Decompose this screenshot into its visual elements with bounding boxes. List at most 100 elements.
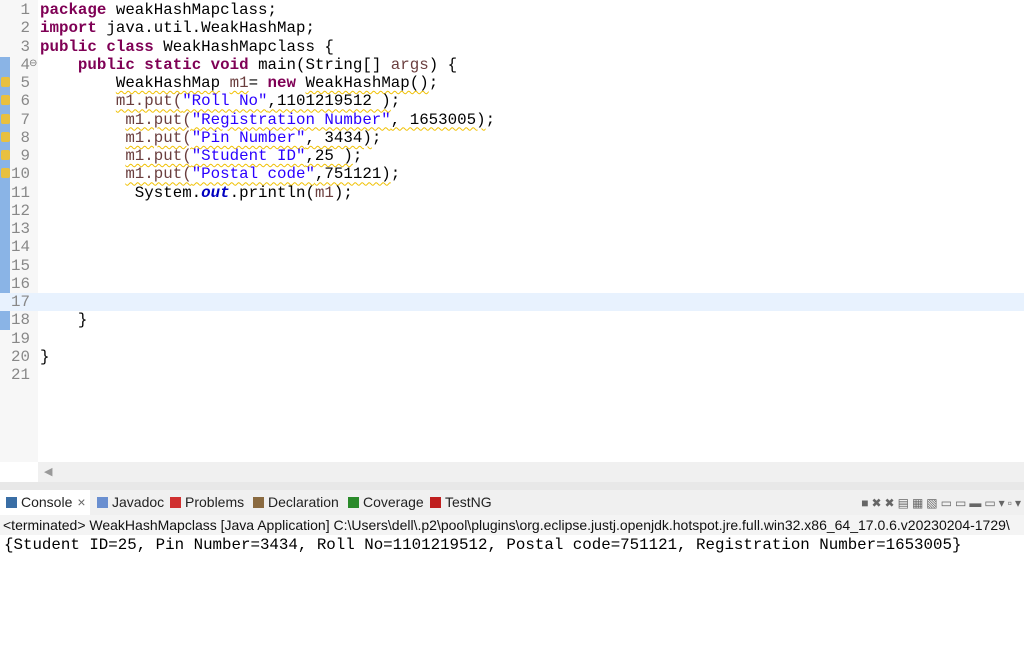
horizontal-scrollbar[interactable]: ◀ [38, 462, 1024, 482]
code-line[interactable]: 6 m1.put("Roll No",1101219512 ); [0, 92, 1024, 110]
code-token: void [210, 55, 249, 74]
tab-problems[interactable]: Problems [168, 490, 246, 515]
tab-testng[interactable]: TestNG [428, 490, 494, 515]
line-number: 12 [11, 201, 30, 220]
code-line[interactable]: 4 ⊖ public static void main(String[] args… [0, 56, 1024, 74]
code-token: m1.put( [125, 147, 192, 165]
display-console-icon[interactable]: ▭ [984, 496, 998, 510]
code-editor[interactable]: 1 package weakHashMapclass; 2 import java.u… [0, 0, 1024, 462]
code-line[interactable]: 20} [0, 348, 1024, 366]
clear-console-icon[interactable]: ▤ [898, 496, 912, 510]
code-text: public static void main(String[] args) { [40, 56, 457, 74]
code-area[interactable]: 1 package weakHashMapclass; 2 import java.u… [0, 1, 1024, 384]
remove-all-icon[interactable]: ✖ [885, 496, 898, 510]
code-token: public [40, 37, 97, 56]
warning-icon[interactable] [1, 77, 10, 87]
code-line[interactable]: 12 [0, 202, 1024, 220]
line-number: 18 [11, 311, 30, 330]
tab-label: Javadoc [112, 494, 165, 510]
code-text: System.out.println(m1); [40, 184, 353, 202]
console-icon [6, 497, 17, 508]
tab-label: Coverage [363, 494, 424, 510]
code-line[interactable]: 8 m1.put("Pin Number", 3434); [0, 129, 1024, 147]
code-line[interactable]: 11 System.out.println(m1); [0, 184, 1024, 202]
tab-coverage[interactable]: Coverage [346, 490, 426, 515]
remove-launch-icon[interactable]: ✖ [871, 496, 884, 510]
code-token: package [40, 1, 107, 19]
code-text: } [40, 311, 88, 330]
line-number: 6 [20, 92, 30, 111]
code-line[interactable]: 9 m1.put("Student ID",25 ); [0, 147, 1024, 165]
console-output[interactable]: {Student ID=25, Pin Number=3434, Roll No… [4, 535, 961, 555]
code-token: ; [352, 147, 363, 165]
code-token: main(String[] [248, 55, 391, 74]
fold-icon[interactable]: ⊖ [29, 56, 37, 74]
code-text: import java.util.WeakHashMap; [40, 19, 315, 37]
code-token: args [390, 55, 429, 74]
code-token: } [40, 347, 50, 366]
line-number: 5 [20, 74, 30, 92]
code-line[interactable]: 7 m1.put("Registration Number", 1653005)… [0, 111, 1024, 129]
line-number: 14 [11, 238, 30, 257]
pin-console-icon[interactable]: ▬ [969, 496, 984, 510]
code-token: } [40, 311, 88, 330]
line-number: 9 [20, 147, 30, 165]
code-text: package weakHashMapclass; [40, 1, 277, 19]
code-line[interactable]: 1 package weakHashMapclass; [0, 1, 1024, 19]
scroll-lock-icon[interactable]: ▦ [912, 496, 926, 510]
warning-icon[interactable] [1, 113, 10, 124]
code-line[interactable]: 2 import java.util.WeakHashMap; [0, 19, 1024, 37]
warning-icon[interactable] [1, 168, 10, 179]
line-number: 15 [11, 256, 30, 275]
code-token: = [248, 74, 268, 92]
code-token: WeakHashMap [115, 74, 221, 92]
code-token: .println( [229, 183, 315, 202]
code-token: ; [371, 128, 382, 147]
code-token: weakHashMapclass; [106, 1, 277, 19]
tab-declaration[interactable]: Declaration [251, 490, 341, 515]
code-line[interactable]: 15 [0, 257, 1024, 275]
scroll-left-icon[interactable]: ◀ [44, 465, 52, 478]
tab-label: Problems [185, 494, 245, 510]
code-token: ; [485, 110, 496, 129]
code-token: "Postal code" [191, 165, 315, 184]
code-line[interactable]: 13 [0, 220, 1024, 238]
code-token: static [144, 55, 202, 74]
dropdown-icon[interactable]: ▾ [999, 496, 1008, 510]
line-number: 3 [20, 37, 30, 56]
line-number: 16 [11, 274, 30, 293]
tab-javadoc[interactable]: Javadoc [95, 490, 166, 515]
close-icon[interactable]: × [77, 494, 85, 510]
tab-label: Declaration [268, 494, 339, 510]
code-line[interactable]: 18 } [0, 311, 1024, 329]
warning-icon[interactable] [1, 131, 10, 142]
view-menu-icon[interactable]: ▾ [1015, 496, 1024, 510]
code-token: System. [40, 183, 202, 202]
code-line[interactable]: 5 WeakHashMap m1= new WeakHashMap(); [0, 74, 1024, 92]
show-stderr-icon[interactable]: ▭ [955, 496, 969, 510]
warning-icon[interactable] [1, 150, 10, 160]
code-token: ; [428, 74, 439, 92]
code-text: m1.put("Student ID",25 ); [40, 147, 362, 165]
code-token: "Registration Number" [191, 110, 391, 129]
tab-console[interactable]: Console × [0, 490, 90, 515]
code-line[interactable]: 14 [0, 238, 1024, 256]
code-token: ,751121) [314, 165, 391, 184]
code-line[interactable]: 16 [0, 275, 1024, 293]
code-line[interactable]: 10 m1.put("Postal code",751121); [0, 165, 1024, 183]
code-line[interactable]: 19 [0, 330, 1024, 348]
code-line[interactable]: 3 public class WeakHashMapclass { [0, 38, 1024, 56]
code-line[interactable]: 17 [0, 293, 1024, 312]
code-text: m1.put("Postal code",751121); [40, 165, 400, 183]
open-console-icon[interactable]: ▫ [1008, 496, 1015, 510]
code-token: import [40, 19, 97, 38]
line-number: 13 [11, 220, 30, 238]
warning-icon[interactable] [1, 95, 10, 106]
code-line[interactable]: 21 [0, 366, 1024, 384]
show-stdout-icon[interactable]: ▭ [941, 496, 955, 510]
terminate-icon[interactable]: ■ [861, 496, 871, 510]
word-wrap-icon[interactable]: ▧ [926, 496, 940, 510]
